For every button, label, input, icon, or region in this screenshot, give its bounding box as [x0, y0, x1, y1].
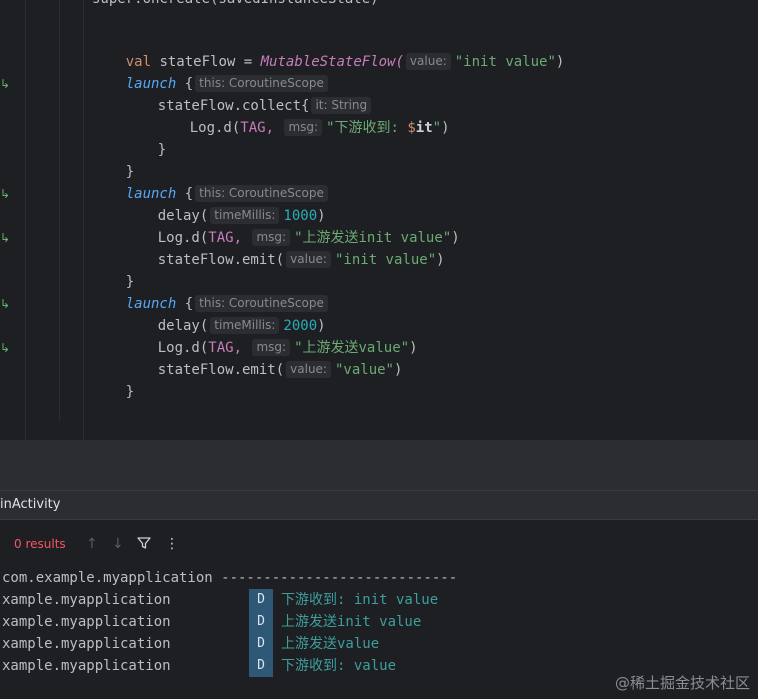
- indent-guide: [25, 0, 26, 440]
- panel-splitter[interactable]: [0, 440, 758, 490]
- log-row-package: xample.myapplication: [2, 636, 171, 652]
- code-editor[interactable]: super.onCreate(savedInstanceState) val s…: [0, 0, 758, 440]
- param-hint: value:: [286, 251, 331, 268]
- param-hint: value:: [286, 361, 331, 378]
- code-line: stateFlow.collect{it: String: [124, 73, 375, 114]
- search-results-count: 0 results: [14, 537, 66, 551]
- code-line: delay(timeMillis: 2000): [157, 317, 326, 334]
- code-line: launch {this: CoroutineScope: [92, 161, 332, 202]
- log-row-package: xample.myapplication: [2, 592, 171, 608]
- run-gutter-icon[interactable]: ↳: [0, 183, 12, 205]
- indent-guide: [83, 0, 84, 440]
- log-row-message: 上游发送value: [281, 636, 380, 652]
- code-line: delay(timeMillis: 1000): [157, 207, 326, 224]
- log-level-badge: D: [249, 633, 273, 655]
- log-row-message: 下游收到: value: [281, 658, 397, 674]
- log-header: com.example.myapplication --------------…: [2, 570, 458, 586]
- code-line: stateFlow.emit(value: "init value"): [157, 251, 445, 268]
- log-row-package: xample.myapplication: [2, 614, 171, 630]
- log-level-badge: D: [249, 589, 273, 611]
- indent-guide: [59, 0, 60, 420]
- logcat-tab-bar: inActivity: [0, 490, 758, 520]
- code-line: stateFlow.emit(value: "value"): [157, 361, 403, 378]
- code-line: }: [157, 142, 167, 158]
- param-hint: value:: [405, 53, 451, 70]
- arrow-up-icon[interactable]: ↑: [86, 528, 98, 560]
- watermark: @稀土掘金技术社区: [614, 674, 750, 692]
- code-line-partial: super.onCreate(savedInstanceState): [92, 0, 379, 10]
- run-gutter-icon[interactable]: ↳: [0, 337, 12, 359]
- code-line: }: [125, 274, 135, 290]
- run-gutter-icon[interactable]: ↳: [0, 73, 12, 95]
- log-row-message: 下游收到: init value: [281, 592, 439, 608]
- code-line: launch {this: CoroutineScope: [92, 51, 332, 92]
- search-toolbar: 0 results ↑ ↓ ⋮: [0, 528, 758, 560]
- param-hint: msg:: [284, 119, 323, 136]
- code-line: launch {this: CoroutineScope: [92, 271, 332, 312]
- logcat-tab-title[interactable]: inActivity: [0, 491, 60, 519]
- log-level-badge: D: [249, 655, 273, 677]
- run-gutter-icon[interactable]: ↳: [0, 293, 12, 315]
- log-level-badge: D: [249, 611, 273, 633]
- code-line: Log.d(TAG, msg: "上游发送init value"): [157, 229, 460, 246]
- code-line: val stateFlow = MutableStateFlow(value: "…: [125, 53, 565, 70]
- log-row-message: 上游发送init value: [281, 614, 422, 630]
- code-line: Log.d(TAG, msg: "上游发送value"): [157, 339, 418, 356]
- filter-icon[interactable]: [137, 528, 151, 560]
- code-line: }: [125, 164, 135, 180]
- more-icon[interactable]: ⋮: [165, 528, 179, 560]
- code-line: }: [125, 384, 135, 400]
- arrow-down-icon[interactable]: ↓: [112, 528, 124, 560]
- log-row-package: xample.myapplication: [2, 658, 171, 674]
- run-gutter-icon[interactable]: ↳: [0, 227, 12, 249]
- code-line: Log.d(TAG, msg: "下游收到: $it"): [189, 119, 450, 136]
